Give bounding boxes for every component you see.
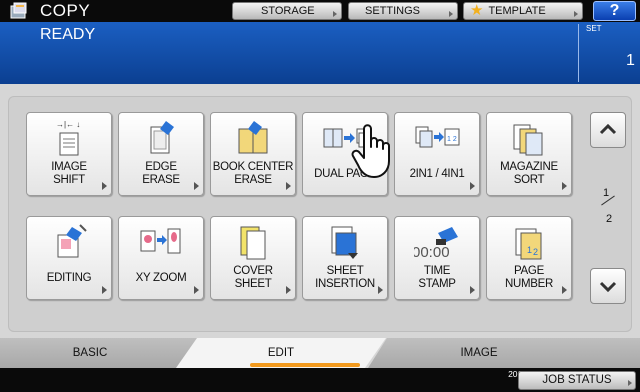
cover-sheet-label: COVER SHEET [233,265,273,290]
total-pages: 2 [606,213,613,225]
book-center-erase-button[interactable]: BOOK CENTER ERASE [210,112,296,196]
copy-app-icon [10,2,27,19]
image-shift-label: IMAGE SHIFT [51,161,87,186]
tab-image[interactable]: IMAGE [368,338,640,368]
active-tab-indicator [250,363,360,367]
edge-erase-button[interactable]: EDGE ERASE [118,112,204,196]
edge-erase-label: EDGE ERASE [142,161,180,186]
chevron-right-icon [449,11,453,17]
tab-basic[interactable]: BASIC [0,338,200,368]
chevron-right-icon [470,286,475,294]
xy-zoom-icon [140,228,181,254]
job-status-button[interactable]: JOB STATUS [518,371,636,390]
page-number-icon: 1 2 [515,228,542,260]
chevron-right-icon [333,11,337,17]
edge-erase-icon [150,121,174,154]
current-page: 1 [603,187,610,199]
image-shift-button[interactable]: →|← ↓ IMAGE SHIFT [26,112,112,196]
help-button[interactable]: ? [593,1,636,21]
chevron-right-icon [562,182,567,190]
footer-bar: 2011/05/10 15:37 JOB STATUS [0,368,640,392]
page-number-button[interactable]: 1 2 PAGE NUMBER [486,216,572,300]
tab-edit-label: EDIT [267,347,295,359]
chevron-right-icon [470,182,475,190]
template-button-label: TEMPLATE [488,5,546,17]
star-icon: ★ [470,2,484,19]
chevron-right-icon [286,286,291,294]
chevron-right-icon [102,182,107,190]
sheet-insertion-button[interactable]: SHEET INSERTION [302,216,388,300]
chevron-right-icon [194,286,199,294]
2in1-4in1-label: 2IN1 / 4IN1 [409,167,465,180]
chevron-right-icon [628,380,632,386]
chevron-right-icon [378,286,383,294]
chevron-down-icon [599,281,617,293]
chevron-right-icon [102,286,107,294]
tab-image-label: IMAGE [460,347,498,359]
status-text: READY [40,26,96,43]
magazine-sort-label: MAGAZINE SORT [500,161,558,186]
storage-button-label: STORAGE [261,5,315,17]
time-stamp-label: TIME STAMP [418,265,456,290]
settings-button-label: SETTINGS [365,5,421,17]
time-stamp-icon: 00:00 [414,227,458,261]
cover-sheet-button[interactable]: COVER SHEET [210,216,296,300]
book-center-erase-label: BOOK CENTER ERASE [212,161,294,186]
book-center-erase-icon [238,121,268,154]
app-title: COPY [40,1,91,20]
chevron-right-icon [562,286,567,294]
pointer-hand-icon [351,124,390,178]
set-count: 1 [626,52,635,69]
chevron-right-icon [194,182,199,190]
magazine-sort-icon [513,124,543,156]
status-bar: READY SET 1 [0,22,640,84]
sheet-insertion-icon [331,226,358,259]
divider [578,24,579,82]
xy-zoom-button[interactable]: XY ZOOM [118,216,204,300]
sheet-insertion-label: SHEET INSERTION [315,265,375,290]
chevron-up-icon [599,123,617,135]
magazine-sort-button[interactable]: MAGAZINE SORT [486,112,572,196]
svg-text:2: 2 [533,247,538,257]
page-down-button[interactable] [590,268,626,304]
xy-zoom-label: XY ZOOM [135,271,187,284]
tab-basic-label: BASIC [72,347,108,359]
editing-icon [57,224,87,258]
set-label: SET [586,24,602,33]
2in1-4in1-icon: 1 2 [415,126,460,148]
storage-button[interactable]: STORAGE [232,2,342,20]
2in1-4in1-button[interactable]: 1 2 2IN1 / 4IN1 [394,112,480,196]
svg-text:1: 1 [527,245,532,255]
template-button[interactable]: ★ TEMPLATE [463,2,583,20]
image-shift-icon: →|← ↓ [56,120,80,156]
chevron-right-icon [286,182,291,190]
job-status-label: JOB STATUS [542,374,612,386]
settings-button[interactable]: SETTINGS [348,2,458,20]
svg-text:00:00: 00:00 [414,244,450,261]
svg-text:→|← ↓: →|← ↓ [56,120,80,129]
chevron-right-icon [574,11,578,17]
copy-screen: COPY STORAGE SETTINGS ★ TEMPLATE ? READY… [0,0,640,392]
svg-text:1 2: 1 2 [447,136,457,143]
editing-label: EDITING [46,271,92,284]
editing-button[interactable]: EDITING [26,216,112,300]
top-bar: COPY STORAGE SETTINGS ★ TEMPLATE ? [0,0,640,22]
cover-sheet-icon [240,226,266,260]
page-number-label: PAGE NUMBER [504,265,554,290]
time-stamp-button[interactable]: 00:00 TIME STAMP [394,216,480,300]
page-up-button[interactable] [590,112,626,148]
